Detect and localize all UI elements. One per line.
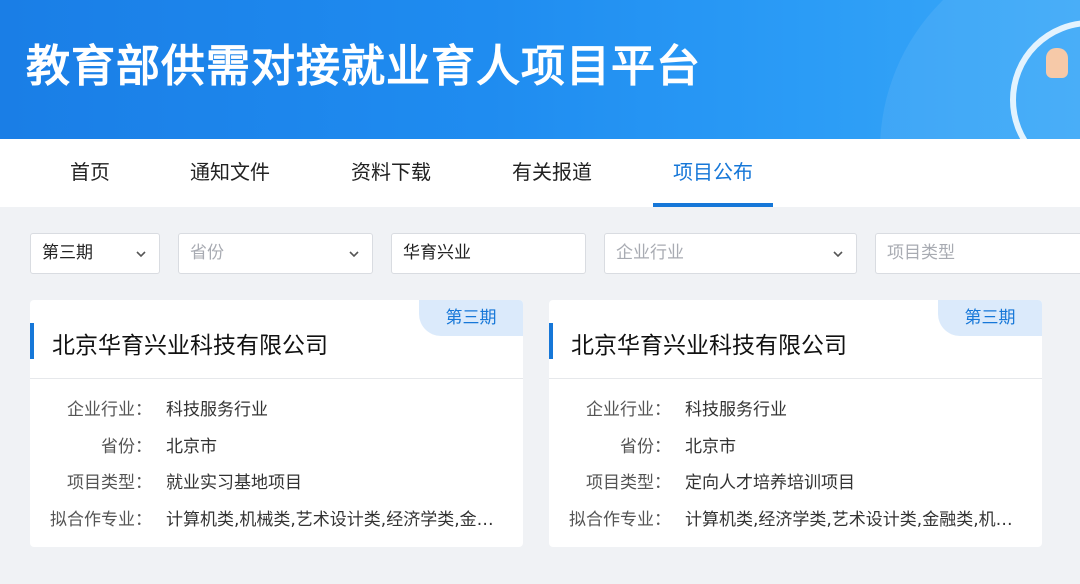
type-row: 项目类型： 就业实习基地项目	[30, 468, 523, 493]
province-value: 北京市	[166, 437, 217, 457]
industry-value: 科技服务行业	[685, 400, 787, 420]
chevron-down-icon	[136, 251, 146, 258]
type-label: 项目类型：	[67, 473, 152, 493]
company-name[interactable]: 北京华育兴业科技有限公司	[52, 326, 328, 360]
majors-row: 拟合作专业： 计算机类,经济学类,艺术设计类,金融类,机械类	[549, 505, 1042, 530]
type-select[interactable]: 项目类型	[875, 233, 1080, 274]
nav-reports[interactable]: 有关报道	[502, 139, 602, 207]
majors-value: 计算机类,经济学类,艺术设计类,金融类,机械类	[685, 510, 1025, 530]
industry-label: 企业行业：	[586, 400, 671, 420]
batch-select-value: 第三期	[42, 243, 93, 263]
province-row: 省份： 北京市	[549, 432, 1042, 457]
keyword-input[interactable]: 华育兴业	[391, 233, 586, 274]
industry-select-placeholder: 企业行业	[616, 243, 684, 263]
header-banner: 教育部供需对接就业育人项目平台	[0, 0, 1080, 139]
chevron-down-icon	[349, 251, 359, 258]
type-row: 项目类型： 定向人才培养培训项目	[549, 468, 1042, 493]
thumbs-up-icon	[1046, 48, 1068, 78]
batch-badge: 第三期	[938, 300, 1042, 336]
type-value: 就业实习基地项目	[166, 473, 302, 493]
industry-label: 企业行业：	[67, 400, 152, 420]
chevron-down-icon	[833, 251, 843, 258]
title-accent-bar	[549, 323, 553, 359]
province-row: 省份： 北京市	[30, 432, 523, 457]
project-card[interactable]: 第三期 北京华育兴业科技有限公司 企业行业： 科技服务行业 省份： 北京市 项目…	[549, 300, 1042, 547]
province-select-placeholder: 省份	[190, 243, 224, 263]
batch-select[interactable]: 第三期	[30, 233, 160, 274]
nav-downloads[interactable]: 资料下载	[341, 139, 441, 207]
type-select-placeholder: 项目类型	[887, 243, 955, 263]
batch-badge: 第三期	[419, 300, 523, 336]
type-value: 定向人才培养培训项目	[685, 473, 855, 493]
main-nav: 首页 通知文件 资料下载 有关报道 项目公布	[0, 139, 1080, 207]
card-divider	[30, 378, 523, 379]
industry-row: 企业行业： 科技服务行业	[549, 395, 1042, 420]
nav-home[interactable]: 首页	[50, 139, 130, 207]
majors-row: 拟合作专业： 计算机类,机械类,艺术设计类,经济学类,金融类	[30, 505, 523, 530]
card-divider	[549, 378, 1042, 379]
company-name[interactable]: 北京华育兴业科技有限公司	[571, 326, 847, 360]
project-card[interactable]: 第三期 北京华育兴业科技有限公司 企业行业： 科技服务行业 省份： 北京市 项目…	[30, 300, 523, 547]
province-label: 省份：	[101, 437, 152, 457]
nav-active-indicator	[653, 203, 773, 207]
majors-label: 拟合作专业：	[569, 510, 671, 530]
province-select[interactable]: 省份	[178, 233, 373, 274]
nav-notices[interactable]: 通知文件	[180, 139, 280, 207]
site-title: 教育部供需对接就业育人项目平台	[26, 41, 701, 92]
keyword-input-value: 华育兴业	[403, 243, 471, 263]
industry-value: 科技服务行业	[166, 400, 268, 420]
industry-row: 企业行业： 科技服务行业	[30, 395, 523, 420]
province-label: 省份：	[620, 437, 671, 457]
industry-select[interactable]: 企业行业	[604, 233, 857, 274]
province-value: 北京市	[685, 437, 736, 457]
title-accent-bar	[30, 323, 34, 359]
majors-label: 拟合作专业：	[50, 510, 152, 530]
nav-projects[interactable]: 项目公布	[663, 139, 763, 207]
majors-value: 计算机类,机械类,艺术设计类,经济学类,金融类	[166, 510, 506, 530]
type-label: 项目类型：	[586, 473, 671, 493]
